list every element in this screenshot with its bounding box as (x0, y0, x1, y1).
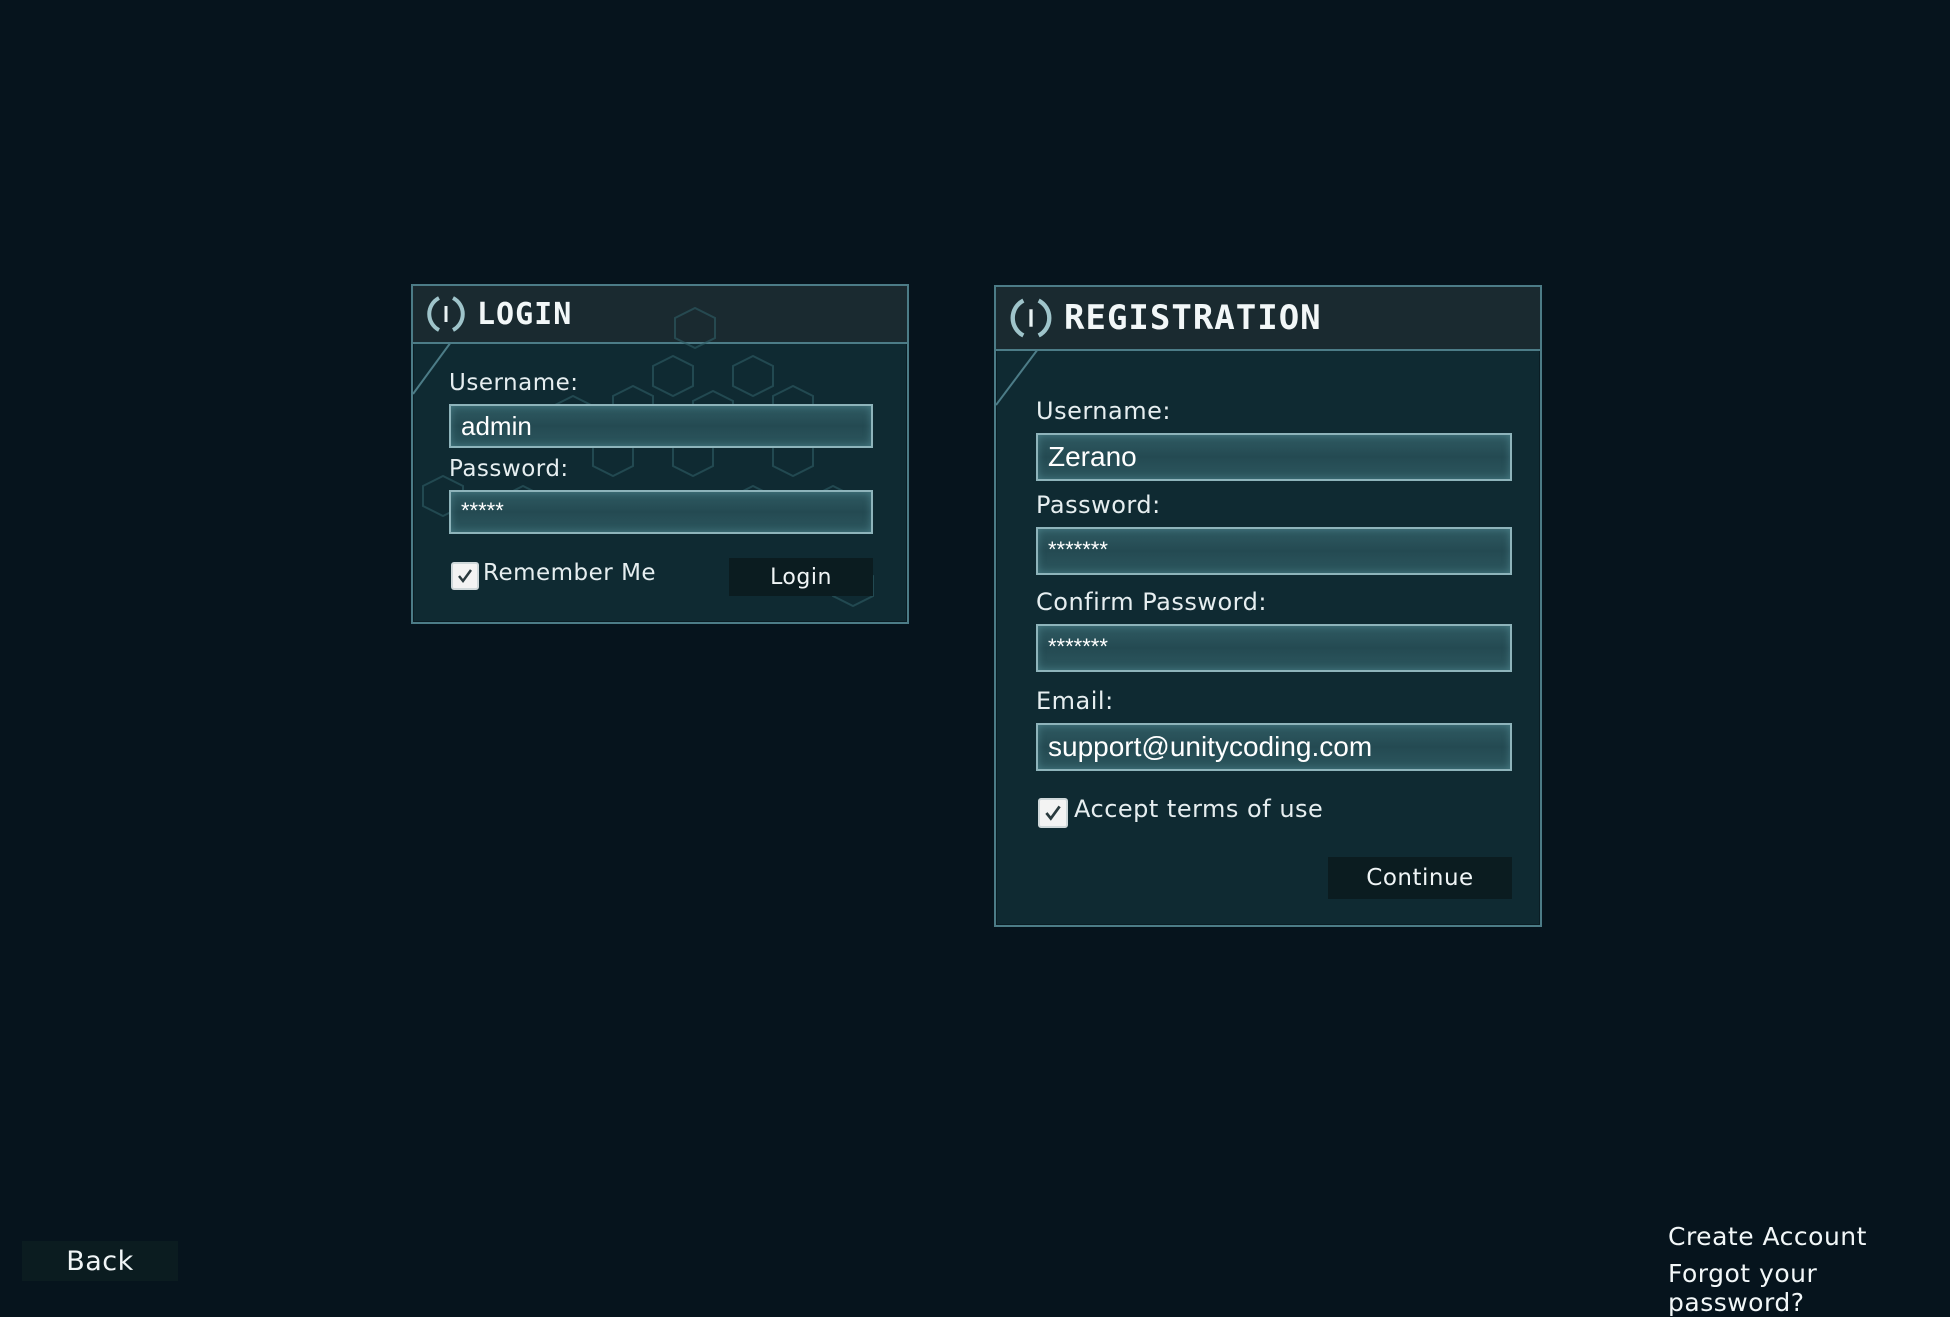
create-account-link[interactable]: Create Account (1668, 1222, 1867, 1251)
accept-terms-label[interactable]: Accept terms of use (1074, 795, 1323, 823)
remember-me-label[interactable]: Remember Me (483, 560, 656, 586)
power-icon (423, 291, 469, 337)
registration-title: Registration (1064, 298, 1322, 338)
registration-username-label: Username: (1036, 397, 1171, 425)
back-button[interactable]: Back (22, 1241, 178, 1281)
login-username-label: Username: (449, 370, 579, 396)
registration-panel-header: Registration (996, 287, 1540, 351)
login-panel: Login Username: admin Password: ***** (411, 284, 909, 624)
panel-corner-accent (996, 349, 1039, 406)
login-panel-header: Login (413, 286, 907, 344)
email-label: Email: (1036, 687, 1114, 715)
checkmark-icon (458, 569, 473, 584)
confirm-password-label: Confirm Password: (1036, 588, 1267, 616)
login-password-field[interactable]: ***** (449, 490, 873, 534)
registration-password-label: Password: (1036, 491, 1161, 519)
power-icon (1006, 293, 1056, 343)
registration-panel: Registration Username: Zerano Password: … (994, 285, 1542, 927)
registration-username-field[interactable]: Zerano (1036, 433, 1512, 481)
email-field[interactable]: support@unitycoding.com (1036, 723, 1512, 771)
confirm-password-field[interactable]: ******* (1036, 624, 1512, 672)
registration-password-field[interactable]: ******* (1036, 527, 1512, 575)
checkmark-icon (1045, 805, 1061, 821)
login-title: Login (477, 296, 573, 332)
forgot-password-link[interactable]: Forgot your password? (1668, 1259, 1950, 1317)
remember-me-checkbox[interactable] (451, 562, 479, 590)
continue-button[interactable]: Continue (1328, 857, 1512, 899)
accept-terms-checkbox[interactable] (1038, 798, 1068, 828)
panel-corner-accent (413, 342, 452, 395)
login-password-label: Password: (449, 456, 569, 482)
login-username-field[interactable]: admin (449, 404, 873, 448)
login-button[interactable]: Login (729, 558, 873, 596)
